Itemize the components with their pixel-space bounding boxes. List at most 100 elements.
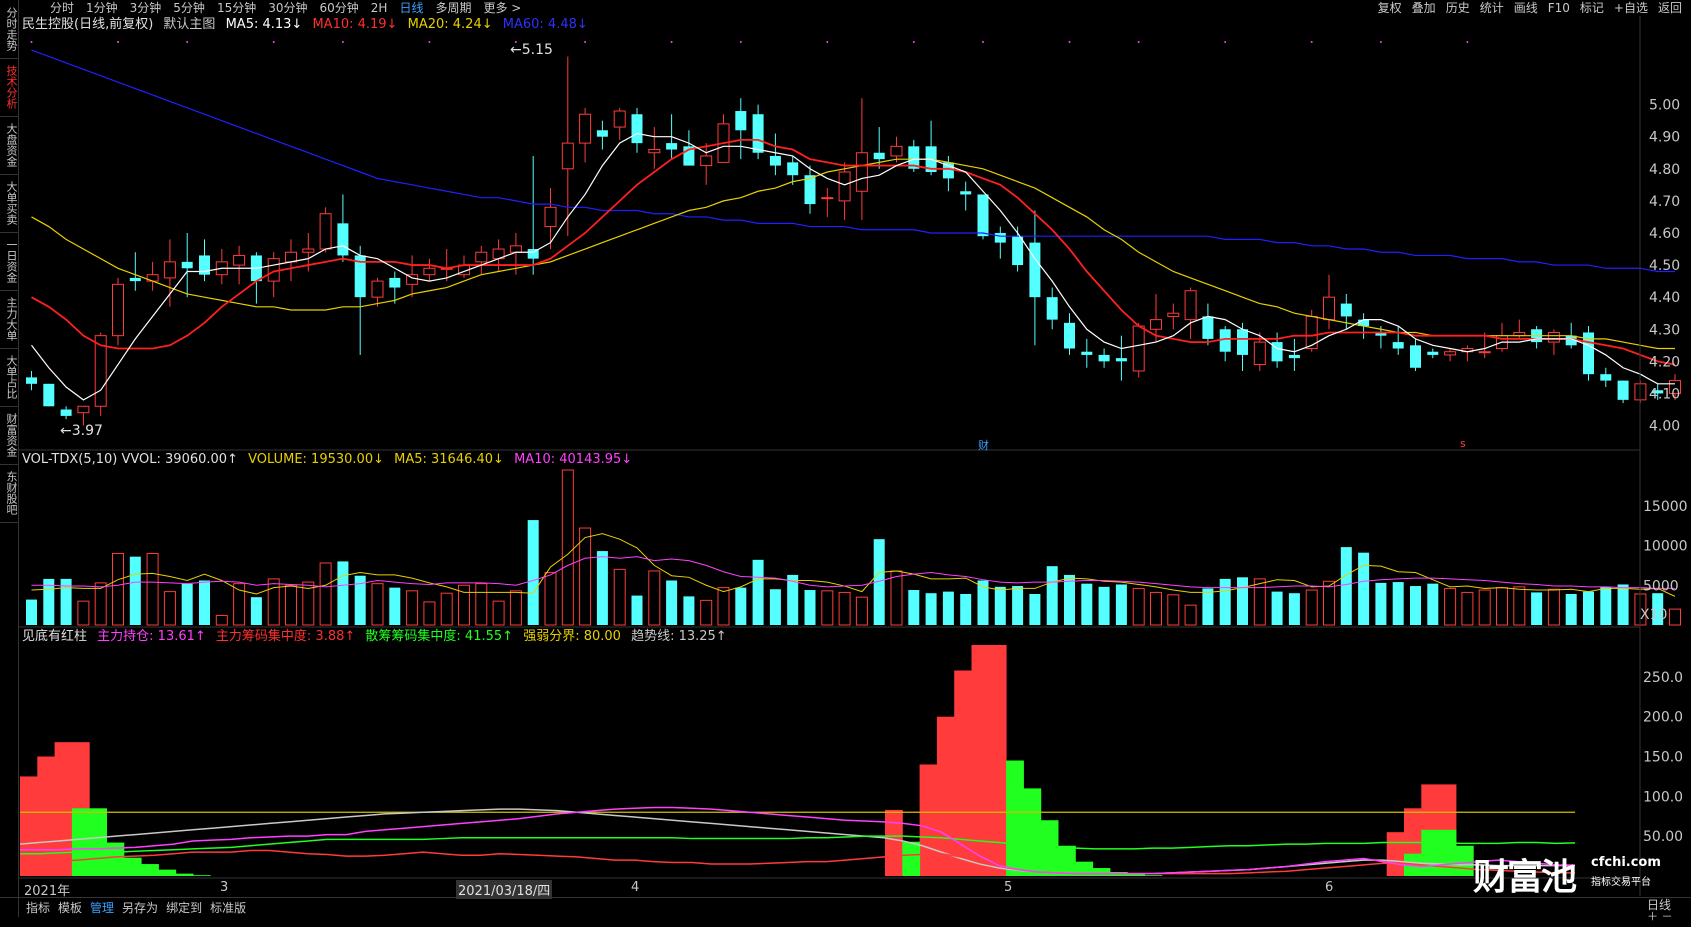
side-tab[interactable]: 一日资金 <box>0 232 18 291</box>
candle <box>199 239 210 282</box>
volume-bar <box>1513 586 1526 626</box>
indicator-name[interactable]: 见底有红柱 <box>22 629 87 644</box>
bottom-tab[interactable]: 管理 <box>86 898 118 918</box>
event-dot <box>272 41 275 43</box>
red-bar <box>20 776 38 876</box>
volume-bar <box>389 587 401 625</box>
period-tab[interactable]: 分时 <box>44 0 80 16</box>
period-tab[interactable]: 3分钟 <box>124 0 168 16</box>
candle <box>1496 322 1508 352</box>
event-dot <box>912 41 915 43</box>
volume-bar <box>26 599 37 625</box>
candle <box>873 127 885 169</box>
tool-button[interactable]: F10 <box>1543 0 1575 16</box>
tool-button[interactable]: 统计 <box>1475 0 1509 16</box>
candle <box>233 245 246 285</box>
period-tab[interactable]: 更多 > <box>477 0 527 16</box>
vol-indicator-name[interactable]: VOL-TDX(5,10) VVOL: 39060.00↑ <box>22 452 238 467</box>
scattered-concentration-line <box>20 835 1576 855</box>
period-tab[interactable]: 日线 <box>393 0 429 16</box>
volume-bar <box>561 469 574 626</box>
tool-button[interactable]: 画线 <box>1509 0 1543 16</box>
side-tab[interactable]: 主力大单 <box>0 290 18 349</box>
period-tabs: 分时 1分钟 3分钟 5分钟 15分钟 30分钟 60分钟 2H 日线 多周期 更多 > <box>44 0 527 16</box>
event-dot <box>982 41 984 43</box>
bottom-tab[interactable]: 另存为 <box>118 898 162 918</box>
volume-bar <box>1029 594 1041 625</box>
green-bar <box>902 841 921 876</box>
side-tab[interactable]: 分时走势 <box>0 0 18 59</box>
volume-bar <box>994 586 1006 625</box>
volume-bar <box>1253 578 1266 626</box>
side-tab[interactable]: 财富资金 <box>0 406 18 465</box>
tool-button[interactable]: 历史 <box>1441 0 1475 16</box>
period-tab[interactable]: 15分钟 <box>211 0 262 16</box>
candle <box>804 165 816 214</box>
event-dot <box>341 41 344 43</box>
period-tab[interactable]: 60分钟 <box>314 0 365 16</box>
side-tab[interactable]: 技术分析 <box>0 58 18 117</box>
tool-button[interactable]: 叠加 <box>1407 0 1441 16</box>
tool-button[interactable]: 返回 <box>1653 0 1687 16</box>
candle <box>1531 326 1543 349</box>
bottom-tab[interactable]: 指标 <box>22 898 54 918</box>
price-tick: 5.00 <box>1649 98 1680 114</box>
period-tab[interactable]: 5分钟 <box>167 0 211 16</box>
volume-bar <box>215 614 228 626</box>
tool-button[interactable]: +自选 <box>1609 0 1653 16</box>
candle <box>319 207 332 253</box>
volume-bar <box>821 590 834 626</box>
candle <box>112 277 124 346</box>
stock-name[interactable]: 民生控股(日线,前复权) <box>22 17 153 32</box>
bottom-tab[interactable]: 标准版 <box>206 898 250 918</box>
candle <box>752 104 764 160</box>
volume-bar <box>112 552 124 626</box>
zoom-controls[interactable]: ＋ － <box>1647 907 1673 927</box>
ma10-line <box>31 139 1676 366</box>
volume-bar <box>1617 584 1629 625</box>
ma5-value: MA5: 4.13↓ <box>225 17 303 32</box>
template-name[interactable]: 默认主图 <box>163 17 215 32</box>
volume-bar <box>423 601 436 626</box>
indicator-panel-header: 见底有红柱 主力持仓: 13.61↑ 主力筹码集中度: 3.88↑ 散筹筹码集中… <box>22 629 733 645</box>
volume-tick: 5000 <box>1643 578 1679 594</box>
ma20-line <box>31 158 1675 350</box>
period-tab[interactable]: 30分钟 <box>262 0 313 16</box>
candle <box>700 143 713 185</box>
side-tab[interactable]: 大单占比 <box>0 348 18 407</box>
candle <box>1081 338 1093 368</box>
event-marker[interactable]: s <box>1460 437 1466 450</box>
event-dot <box>1068 41 1071 43</box>
period-tab[interactable]: 1分钟 <box>80 0 124 16</box>
period-tab[interactable]: 多周期 <box>429 0 477 16</box>
vol-ma5: MA5: 31646.40↓ <box>394 452 504 467</box>
tool-button[interactable]: 标记 <box>1575 0 1609 16</box>
event-dot <box>584 41 587 43</box>
tool-button[interactable]: 复权 <box>1373 0 1407 16</box>
indicator-tick: 200.0 <box>1643 710 1683 726</box>
candle <box>1565 322 1577 349</box>
period-tab[interactable]: 2H <box>365 0 394 16</box>
red-bar <box>885 809 903 876</box>
volume-bar <box>1600 586 1612 625</box>
bottom-tab[interactable]: 模板 <box>54 898 86 918</box>
volume-bar <box>1184 604 1197 626</box>
bottom-tab[interactable]: 绑定到 <box>162 898 206 918</box>
red-bar <box>919 764 938 876</box>
candle <box>285 239 297 282</box>
green-bar <box>1455 845 1474 876</box>
side-tab[interactable]: 大盘资金 <box>0 116 18 175</box>
candle <box>1323 274 1335 330</box>
volume-bar <box>1132 587 1145 626</box>
candle <box>561 56 574 237</box>
side-tab[interactable]: 大单买卖 <box>0 174 18 233</box>
volume-bar <box>804 590 816 625</box>
green-bar <box>158 869 177 876</box>
volume-bar <box>181 583 193 625</box>
candle <box>337 194 349 262</box>
candle <box>163 239 176 307</box>
side-tab[interactable]: 东财股吧 <box>0 464 18 523</box>
finance-marker[interactable]: 财 <box>978 437 989 453</box>
green-bar <box>1023 788 1042 876</box>
x-axis: 2021年 3 2021/03/18/四 4 5 6 <box>0 880 1691 899</box>
